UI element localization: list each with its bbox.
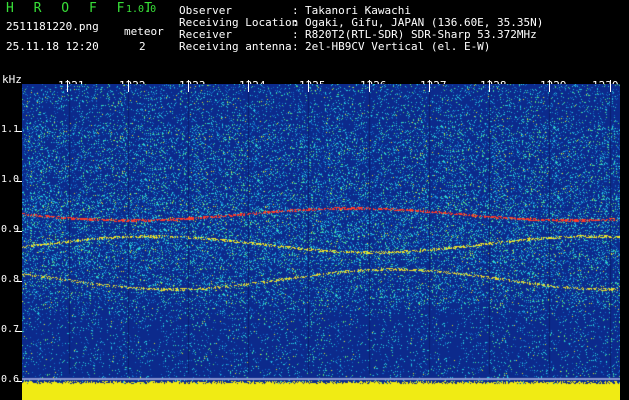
meteor-label: meteor: [124, 25, 164, 38]
x-tick-mark: [429, 80, 430, 92]
y-tick-mark: [16, 381, 22, 382]
y-tick-mark: [16, 331, 22, 332]
y-tick-mark: [16, 231, 22, 232]
y-unit-label: kHz: [2, 73, 22, 86]
x-tick-mark: [610, 80, 611, 92]
y-tick-mark: [16, 131, 22, 132]
file-name: 2511181220.png: [6, 20, 99, 33]
x-tick-mark: [549, 80, 550, 92]
x-tick-mark: [308, 80, 309, 92]
y-tick-label: 0.6: [1, 374, 20, 385]
y-tick-label: 0.9: [1, 224, 20, 235]
date-time: 25.11.18 12:20: [6, 40, 99, 53]
y-tick-label: 0.7: [1, 324, 20, 335]
y-tick-label: 1.1: [1, 124, 20, 135]
y-tick-label: 0.8: [1, 274, 20, 285]
x-tick-mark: [188, 80, 189, 92]
meteor-count: 2: [139, 40, 146, 53]
y-tick-label: 1.0: [1, 174, 20, 185]
header-panel: H R O F F T 1.0.0 2511181220.png meteor …: [0, 0, 629, 72]
y-tick-mark: [16, 281, 22, 282]
y-tick-mark: [16, 181, 22, 182]
x-tick-mark: [369, 80, 370, 92]
antenna-colon: :: [292, 40, 299, 53]
spectrogram-panel: [22, 84, 620, 400]
app-version: 1.0.0: [126, 4, 157, 15]
antenna-value: 2el-HB9CV Vertical (el. E-W): [305, 40, 491, 53]
antenna-label: Receiving antenna: [179, 40, 292, 53]
spectrogram-canvas: [22, 84, 620, 400]
x-tick-mark: [128, 80, 129, 92]
x-tick-mark: [489, 80, 490, 92]
x-tick-mark: [67, 80, 68, 92]
x-tick-mark: [248, 80, 249, 92]
